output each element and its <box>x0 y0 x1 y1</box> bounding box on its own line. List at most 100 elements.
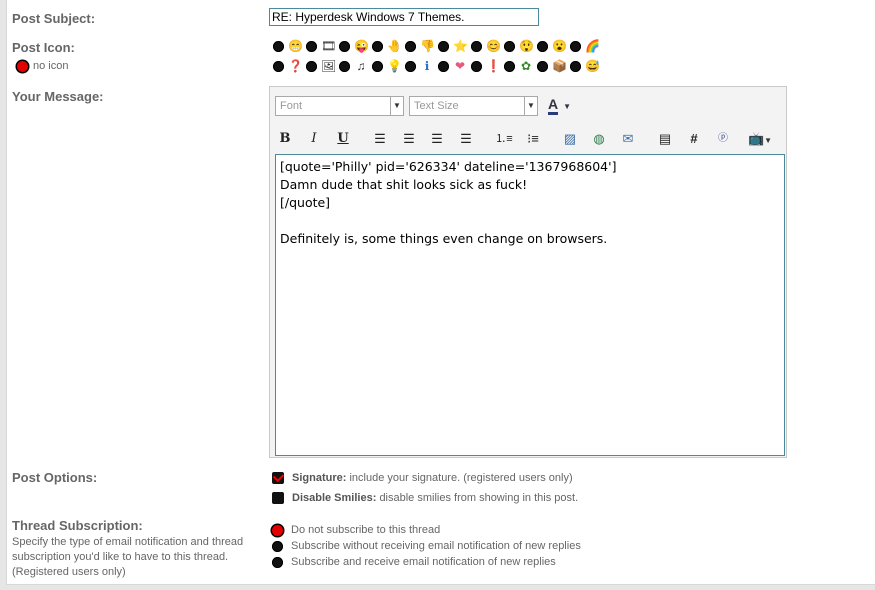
sub-option-email[interactable]: Subscribe and receive email notification… <box>272 556 556 568</box>
radio-icon[interactable] <box>405 40 416 52</box>
radio-icon[interactable] <box>570 60 581 72</box>
no-icon-option[interactable]: no icon <box>17 60 68 72</box>
align-center-button[interactable]: ☰ <box>399 129 419 149</box>
post-subject-label: Post Subject: <box>12 11 96 26</box>
radio-icon[interactable] <box>504 60 515 72</box>
text-color-button[interactable]: A ▼ <box>548 96 580 116</box>
radio-icon[interactable] <box>438 40 449 52</box>
email-icon: ✉ <box>622 131 634 146</box>
font-select-label: Font <box>280 100 303 112</box>
radio-icon[interactable] <box>438 60 449 72</box>
sub-option-email-label: Subscribe and receive email notification… <box>291 556 556 568</box>
tv-icon: 📺 <box>747 131 765 146</box>
radio-icon[interactable] <box>537 60 548 72</box>
picture-icon: 🖼 <box>321 59 337 73</box>
ordered-list-icon: ⒈≡ <box>495 133 513 145</box>
hash-icon: # <box>690 131 698 146</box>
thread-subscription-label: Thread Subscription: <box>12 518 143 533</box>
radio-icon[interactable] <box>372 40 383 52</box>
bold-button[interactable]: B <box>275 129 295 149</box>
insert-email-button[interactable]: ✉ <box>618 129 638 149</box>
radio-subscribe-no-email[interactable] <box>272 540 283 552</box>
align-justify-button[interactable]: ☰ <box>456 129 476 149</box>
radio-icon[interactable] <box>339 60 350 72</box>
radio-icon[interactable] <box>570 40 581 52</box>
post-icon-row-2: ❓ 🖼 ♫ 💡 ℹ ❤ ❗ ✿ 📦 😅 <box>273 57 600 75</box>
radio-icon[interactable] <box>306 60 317 72</box>
insert-link-button[interactable]: ◍ <box>589 129 609 149</box>
radio-icon[interactable] <box>537 40 548 52</box>
signature-label: Signature: <box>292 472 347 484</box>
ordered-list-button[interactable]: ⒈≡ <box>494 129 514 149</box>
radio-subscribe-email[interactable] <box>272 556 283 568</box>
underline-button[interactable]: U <box>333 129 353 149</box>
radio-icon[interactable] <box>306 40 317 52</box>
radio-icon[interactable] <box>273 60 284 72</box>
quote-icon: ▤ <box>658 131 672 146</box>
film-icon: 🎞 <box>321 39 337 53</box>
message-textarea[interactable]: [quote='Philly' pid='626334' dateline='1… <box>275 154 785 456</box>
signature-text: Signature: include your signature. (regi… <box>292 472 573 484</box>
chevron-down-icon: ▼ <box>764 136 773 145</box>
star-icon: ⭐ <box>453 39 468 53</box>
align-right-icon: ☰ <box>431 131 443 146</box>
sub-option-none[interactable]: Do not subscribe to this thread <box>272 524 440 536</box>
no-icon-label: no icon <box>33 60 69 72</box>
radio-icon[interactable] <box>339 40 350 52</box>
info-icon: ℹ <box>424 59 430 73</box>
insert-quote-button[interactable]: ▤ <box>655 129 675 149</box>
radio-icon[interactable] <box>504 40 515 52</box>
align-right-button[interactable]: ☰ <box>427 129 447 149</box>
bold-icon: B <box>279 131 291 146</box>
align-left-icon: ☰ <box>374 131 386 146</box>
radio-icon[interactable] <box>405 60 416 72</box>
insert-php-button[interactable]: ⓟ <box>713 129 733 149</box>
smile-icon: 😊 <box>486 39 501 53</box>
radio-selected-icon[interactable] <box>17 60 28 72</box>
insert-video-button[interactable]: 📺▼ <box>744 129 776 149</box>
heart-icon: ❤ <box>454 59 466 73</box>
radio-icon[interactable] <box>471 40 482 52</box>
grin-icon: 😁 <box>288 39 303 53</box>
insert-code-button[interactable]: # <box>684 129 704 149</box>
image-icon: ▨ <box>563 131 577 146</box>
radio-icon[interactable] <box>471 60 482 72</box>
size-select[interactable]: Text Size ▼ <box>409 96 538 116</box>
unordered-list-button[interactable]: ⁝≡ <box>523 129 543 149</box>
disable-smilies-option[interactable]: Disable Smilies: disable smilies from sh… <box>272 492 578 504</box>
radio-icon[interactable] <box>273 40 284 52</box>
underline-icon: U <box>337 131 349 146</box>
align-center-icon: ☰ <box>403 131 415 146</box>
align-left-button[interactable]: ☰ <box>370 129 390 149</box>
tongue-icon: 😜 <box>354 39 369 53</box>
signature-checkbox[interactable] <box>272 472 284 484</box>
italic-button[interactable]: I <box>304 129 324 149</box>
font-select[interactable]: Font ▼ <box>275 96 404 116</box>
smilies-text: Disable Smilies: disable smilies from sh… <box>292 492 578 504</box>
radio-no-subscribe[interactable] <box>272 524 283 536</box>
insert-image-button[interactable]: ▨ <box>560 129 580 149</box>
hand-icon: 🤚 <box>387 39 402 53</box>
sweat-icon: 😅 <box>585 59 600 73</box>
signature-option[interactable]: Signature: include your signature. (regi… <box>272 472 573 484</box>
chevron-down-icon: ▼ <box>563 102 572 111</box>
post-form: Post Subject: Post Icon: no icon 😁 🎞 😜 🤚… <box>6 0 875 585</box>
disable-smilies-checkbox[interactable] <box>272 492 284 504</box>
thumbs-down-icon: 👎 <box>420 39 435 53</box>
size-select-label: Text Size <box>414 100 459 112</box>
music-icon: ♫ <box>356 59 366 73</box>
post-subject-input[interactable] <box>269 8 539 26</box>
exclamation-icon: ❗ <box>486 59 501 73</box>
post-icon-label: Post Icon: <box>12 40 75 55</box>
radio-icon[interactable] <box>372 60 383 72</box>
post-icon-row-1: 😁 🎞 😜 🤚 👎 ⭐ 😊 😲 😮 🌈 <box>273 37 600 55</box>
chevron-down-icon: ▼ <box>390 97 403 115</box>
chevron-down-icon: ▼ <box>524 97 537 115</box>
bug-icon: ✿ <box>520 59 532 73</box>
smilies-label: Disable Smilies: <box>292 492 377 504</box>
sub-option-no-email[interactable]: Subscribe without receiving email notifi… <box>272 540 581 552</box>
thread-subscription-desc: Specify the type of email notification a… <box>12 536 244 578</box>
text-color-icon: A <box>548 96 559 115</box>
question-icon: ❓ <box>288 59 303 73</box>
align-justify-icon: ☰ <box>460 131 472 146</box>
